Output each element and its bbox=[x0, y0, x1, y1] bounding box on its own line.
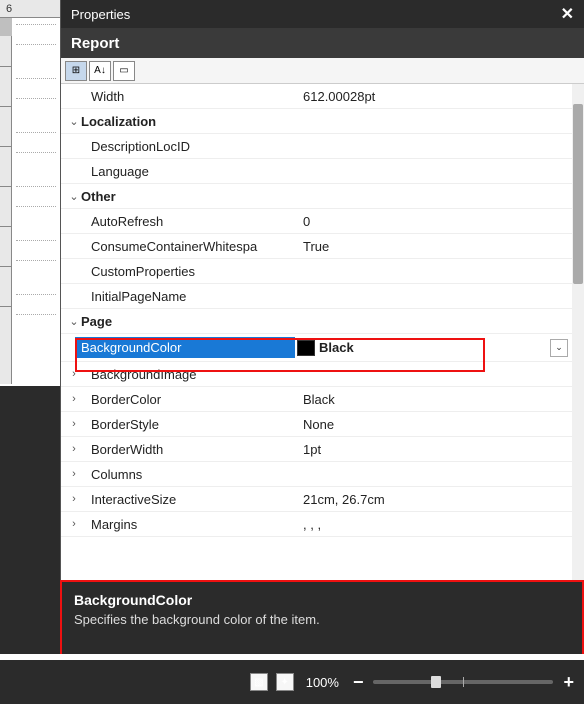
design-surface-sliver: 6 bbox=[0, 0, 60, 704]
scrollbar-vertical[interactable] bbox=[572, 84, 584, 660]
property-row-interactivesize[interactable]: › InteractiveSize 21cm, 26.7cm bbox=[61, 487, 572, 512]
design-canvas-edge bbox=[12, 18, 60, 384]
zoom-slider-knob[interactable] bbox=[431, 676, 441, 688]
property-label: Language bbox=[81, 164, 301, 179]
ruler-vertical bbox=[0, 36, 12, 384]
dropdown-icon[interactable]: ⌄ bbox=[550, 339, 568, 357]
expand-icon[interactable]: › bbox=[67, 393, 81, 405]
property-row-columns[interactable]: › Columns bbox=[61, 462, 572, 487]
zoom-slider[interactable] bbox=[373, 680, 553, 684]
property-label: BackgroundColor bbox=[75, 337, 295, 358]
property-row-borderstyle[interactable]: › BorderStyle None bbox=[61, 412, 572, 437]
panel-title-text: Properties bbox=[71, 7, 130, 22]
property-label: InitialPageName bbox=[81, 289, 301, 304]
zoom-in-button[interactable]: + bbox=[561, 672, 576, 693]
object-name: Report bbox=[71, 35, 119, 52]
property-pages-button[interactable]: ▭ bbox=[113, 61, 135, 81]
property-label: InteractiveSize bbox=[81, 492, 301, 507]
expand-icon[interactable]: › bbox=[67, 493, 81, 505]
close-icon[interactable]: ✕ bbox=[561, 4, 574, 24]
zoom-center-tick bbox=[463, 677, 464, 687]
property-row-autorefresh[interactable]: › AutoRefresh 0 bbox=[61, 209, 572, 234]
alphabetical-button[interactable]: A↓ bbox=[89, 61, 111, 81]
property-label: ConsumeContainerWhitespa bbox=[81, 239, 301, 254]
status-bar: ▧ ✦ 100% − + bbox=[0, 660, 584, 704]
property-label: Columns bbox=[81, 467, 301, 482]
category-label: Localization bbox=[81, 114, 301, 129]
category-localization[interactable]: ⌄ Localization bbox=[61, 109, 572, 134]
expand-icon[interactable]: › bbox=[67, 468, 81, 480]
category-other[interactable]: ⌄ Other bbox=[61, 184, 572, 209]
panel-subtitle: Report bbox=[61, 28, 584, 58]
property-value[interactable]: True bbox=[301, 239, 572, 254]
property-row-backgroundimage[interactable]: › BackgroundImage bbox=[61, 362, 572, 387]
pages-icon: ▭ bbox=[119, 65, 128, 76]
expand-icon[interactable]: › bbox=[67, 368, 81, 380]
ruler-horizontal: 6 bbox=[0, 0, 60, 18]
property-value[interactable]: 0 bbox=[301, 214, 572, 229]
properties-toolbar: ⊞ A↓ ▭ bbox=[61, 58, 584, 84]
category-label: Other bbox=[81, 189, 301, 204]
property-label: Margins bbox=[81, 517, 301, 532]
ruler-tick-label: 6 bbox=[6, 3, 12, 15]
categorized-icon: ⊞ bbox=[72, 65, 80, 76]
property-label: Width bbox=[81, 89, 301, 104]
property-row-customproperties[interactable]: › CustomProperties bbox=[61, 259, 572, 284]
property-row-language[interactable]: › Language bbox=[61, 159, 572, 184]
expand-icon[interactable]: ⌄ bbox=[67, 315, 81, 328]
properties-panel: Properties ✕ Report ⊞ A↓ ▭ › Width 612.0… bbox=[60, 0, 584, 660]
value-text: Black bbox=[319, 340, 354, 355]
zoom-out-button[interactable]: − bbox=[351, 672, 366, 693]
expand-icon[interactable]: ⌄ bbox=[67, 115, 81, 128]
property-row-initialpagename[interactable]: › InitialPageName bbox=[61, 284, 572, 309]
property-value[interactable]: 612.00028pt bbox=[301, 89, 572, 104]
expand-icon[interactable]: › bbox=[67, 418, 81, 430]
property-label: BorderStyle bbox=[81, 417, 301, 432]
property-label: BorderWidth bbox=[81, 442, 301, 457]
alpha-sort-icon: A↓ bbox=[94, 65, 106, 76]
property-value[interactable]: , , , bbox=[301, 517, 572, 532]
category-label: Page bbox=[81, 314, 301, 329]
property-row-consumewhitespace[interactable]: › ConsumeContainerWhitespa True bbox=[61, 234, 572, 259]
property-value[interactable]: 1pt bbox=[301, 442, 572, 457]
zoom-level: 100% bbox=[306, 675, 339, 690]
ruler-corner bbox=[0, 18, 12, 36]
property-label: BackgroundImage bbox=[81, 367, 301, 382]
design-dark-strip bbox=[0, 386, 60, 414]
property-value[interactable]: Black ⌄ bbox=[295, 339, 572, 357]
property-label: CustomProperties bbox=[81, 264, 301, 279]
expand-icon[interactable]: › bbox=[67, 518, 81, 530]
color-swatch-icon bbox=[297, 340, 315, 356]
property-row-bordercolor[interactable]: › BorderColor Black bbox=[61, 387, 572, 412]
panel-titlebar: Properties ✕ bbox=[61, 0, 584, 28]
property-label: AutoRefresh bbox=[81, 214, 301, 229]
category-page[interactable]: ⌄ Page bbox=[61, 309, 572, 334]
property-row-margins[interactable]: › Margins , , , bbox=[61, 512, 572, 537]
property-value[interactable]: 21cm, 26.7cm bbox=[301, 492, 572, 507]
property-label: DescriptionLocID bbox=[81, 139, 301, 154]
property-value[interactable]: Black bbox=[301, 392, 572, 407]
properties-grid: › Width 612.00028pt ⌄ Localization › Des… bbox=[61, 84, 584, 660]
categorized-button[interactable]: ⊞ bbox=[65, 61, 87, 81]
property-row-backgroundcolor[interactable]: › BackgroundColor Black ⌄ bbox=[61, 334, 572, 362]
property-value[interactable]: None bbox=[301, 417, 572, 432]
property-description-pane: BackgroundColor Specifies the background… bbox=[60, 580, 584, 660]
property-row-width[interactable]: › Width 612.00028pt bbox=[61, 84, 572, 109]
description-title: BackgroundColor bbox=[74, 592, 570, 608]
description-text: Specifies the background color of the it… bbox=[74, 612, 570, 627]
expand-icon[interactable]: ⌄ bbox=[67, 190, 81, 203]
statusbar-icon-1[interactable]: ▧ bbox=[250, 673, 268, 691]
property-row-borderwidth[interactable]: › BorderWidth 1pt bbox=[61, 437, 572, 462]
statusbar-icon-2[interactable]: ✦ bbox=[276, 673, 294, 691]
property-row-descriptionlocid[interactable]: › DescriptionLocID bbox=[61, 134, 572, 159]
expand-icon[interactable]: › bbox=[67, 443, 81, 455]
scrollbar-thumb[interactable] bbox=[573, 104, 583, 284]
property-label: BorderColor bbox=[81, 392, 301, 407]
